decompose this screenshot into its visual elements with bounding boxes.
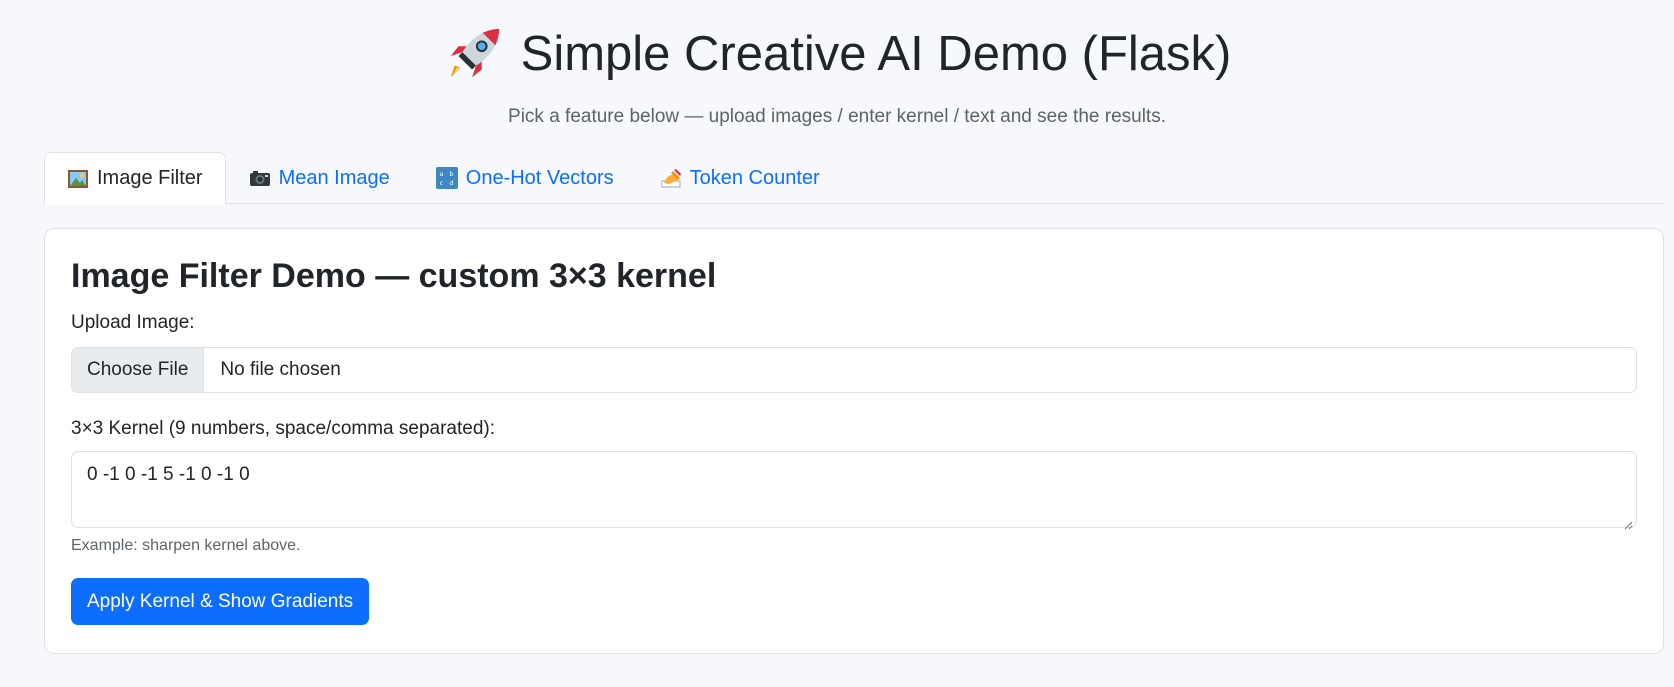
choose-file-button[interactable]: Choose File: [72, 348, 205, 392]
apply-kernel-button[interactable]: Apply Kernel & Show Gradients: [71, 578, 370, 625]
camera-icon: [249, 167, 271, 189]
tab-one-hot-vectors[interactable]: a b c d One-Hot Vectors: [413, 152, 637, 204]
kernel-label: 3×3 Kernel (9 numbers, space/comma separ…: [71, 418, 496, 439]
writing-hand-icon: [660, 167, 682, 189]
feature-tabs: Image Filter Mean Image a b c d One-Hot …: [44, 152, 1664, 205]
svg-text:a: a: [439, 170, 443, 178]
rocket-icon: [443, 23, 505, 85]
tab-label: Image Filter: [97, 167, 203, 189]
svg-text:c: c: [439, 179, 443, 187]
tab-mean-image[interactable]: Mean Image: [226, 152, 413, 204]
kernel-hint: Example: sharpen kernel above.: [71, 537, 301, 554]
framed-picture-icon: [67, 168, 89, 190]
card-title: Image Filter Demo — custom 3×3 kernel: [71, 257, 717, 295]
abcd-input-icon: a b c d: [435, 167, 458, 189]
page-title-row: Simple Creative AI Demo (Flask): [443, 22, 1232, 86]
svg-text:d: d: [449, 179, 453, 187]
tab-token-counter[interactable]: Token Counter: [637, 152, 843, 204]
tab-label: Mean Image: [278, 166, 390, 189]
tab-label: Token Counter: [689, 166, 820, 189]
tab-label: One-Hot Vectors: [465, 166, 614, 189]
svg-text:b: b: [449, 170, 453, 178]
tab-image-filter[interactable]: Image Filter: [44, 152, 226, 205]
image-filter-card: Image Filter Demo — custom 3×3 kernel Up…: [44, 228, 1664, 654]
page-title: Simple Creative AI Demo (Flask): [520, 27, 1232, 81]
resize-grip-icon[interactable]: [1623, 514, 1633, 530]
page-header: Simple Creative AI Demo (Flask) Pick a f…: [0, 0, 1674, 130]
kernel-value: 0 -1 0 -1 5 -1 0 -1 0: [87, 464, 250, 485]
page-subtitle: Pick a feature below — upload images / e…: [508, 106, 1166, 127]
file-status-text: No file chosen: [220, 359, 341, 380]
upload-image-label: Upload Image:: [71, 312, 195, 333]
file-input[interactable]: Choose File No file chosen: [71, 347, 1637, 393]
kernel-textarea[interactable]: 0 -1 0 -1 5 -1 0 -1 0: [71, 451, 1637, 530]
